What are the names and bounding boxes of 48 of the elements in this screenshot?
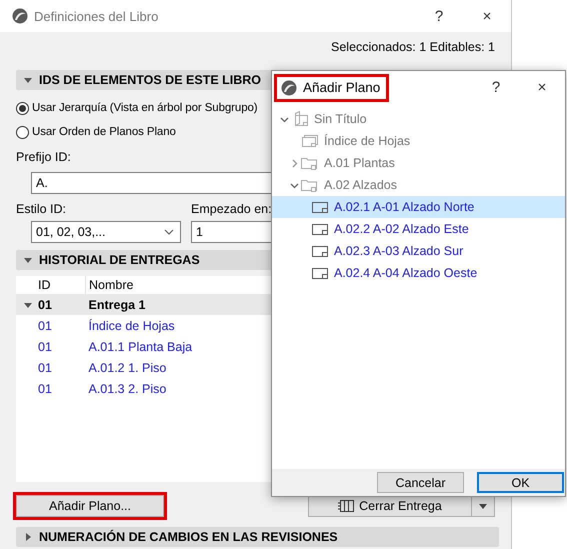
app-logo-icon (281, 80, 297, 96)
dialog-button[interactable]: Cancelar (377, 472, 464, 493)
table-cell: Índice de Hojas (88, 318, 175, 332)
help-button[interactable]: ? (415, 0, 463, 32)
tree-item[interactable]: A.02.1 A-01 Alzado Norte (272, 196, 565, 218)
sheet-icon (310, 199, 330, 215)
tree-item[interactable]: A.01 Plantas (272, 152, 565, 174)
caret-icon (479, 504, 487, 508)
column-header: ID (38, 278, 50, 292)
field-label: Estilo ID: (16, 202, 68, 216)
radio-label: Usar Orden de Planos Plano (32, 126, 176, 138)
close-button[interactable]: × (463, 0, 511, 32)
table-cell: 01 (38, 298, 52, 312)
table-cell: 01 (38, 340, 52, 354)
sheet-icon (310, 265, 330, 281)
sheet-icon (310, 243, 330, 259)
add-sheet-button[interactable]: Añadir Plano... (16, 495, 164, 517)
table-cell: 01 (38, 382, 52, 396)
sheet-icon (310, 221, 330, 237)
folder-icon (300, 155, 320, 171)
table-cell: 01 (38, 318, 52, 332)
table-cell: A.01.1 Planta Baja (88, 340, 192, 354)
table-cell: Entrega 1 (88, 298, 146, 312)
tree-item[interactable]: Índice de Hojas (272, 130, 565, 152)
dropdown-button[interactable] (472, 495, 495, 517)
selection-status: Seleccionados: 1 Editables: 1 (331, 40, 495, 54)
column-header: Nombre (89, 278, 134, 292)
close-button[interactable]: × (519, 72, 565, 104)
window-title: Definiciones del Libro (34, 8, 160, 24)
radio-button[interactable] (16, 126, 29, 138)
field-label: Prefijo ID: (16, 150, 71, 164)
radio-button[interactable] (16, 102, 29, 114)
table-cell: A.01.2 1. Piso (88, 360, 166, 374)
tree-item[interactable]: Sin Título (272, 108, 565, 130)
chevron-down-icon (164, 229, 174, 235)
dropdown[interactable]: 01, 02, 03,... (31, 221, 181, 243)
close-issue-button[interactable]: Cerrar Entrega (308, 495, 472, 517)
folder-icon (300, 177, 320, 193)
table-cell: A.01.3 2. Piso (88, 382, 166, 396)
columns-icon (338, 500, 354, 512)
section-header[interactable]: NUMERACIÓN DE CAMBIOS EN LAS REVISIONES (16, 527, 499, 547)
tree-item[interactable]: A.02.2 A-02 Alzado Este (272, 218, 565, 240)
field-label: Empezado en: (191, 202, 272, 216)
table-cell: 01 (38, 360, 52, 374)
dialog-button[interactable]: OK (477, 472, 564, 493)
sheet-stack-icon (300, 133, 320, 149)
radio-label: Usar Jerarquía (Vista en árbol por Subgrupo) (32, 102, 258, 114)
app-logo-icon (12, 8, 28, 24)
